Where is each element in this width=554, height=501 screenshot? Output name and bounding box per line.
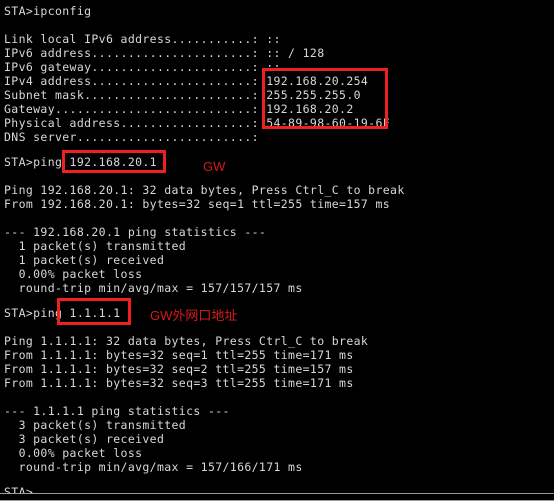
terminal-line: Ping 192.168.20.1: 32 data bytes, Press … (4, 183, 405, 197)
terminal-line: Physical address..................: 54-8… (4, 116, 391, 130)
terminal-line: round-trip min/avg/max = 157/166/171 ms (4, 460, 303, 474)
terminal-line: From 1.1.1.1: bytes=32 seq=2 ttl=255 tim… (4, 362, 354, 376)
terminal-line: From 1.1.1.1: bytes=32 seq=1 ttl=255 tim… (4, 348, 354, 362)
gateway-annotation: GW (203, 159, 226, 174)
window-bottom-edge (0, 493, 554, 501)
terminal-output-area[interactable]: STA>ipconfig Link local IPv6 address.....… (0, 0, 554, 493)
terminal-line: 0.00% packet loss (4, 446, 143, 460)
terminal-line: STA>ping 192.168.20.1 (4, 155, 157, 169)
terminal-line: IPv6 address......................: :: /… (4, 46, 325, 60)
terminal-line: IPv6 gateway......................: :: (4, 60, 281, 74)
terminal-line: Gateway...........................: 192.… (4, 102, 354, 116)
terminal-line: Ping 1.1.1.1: 32 data bytes, Press Ctrl_… (4, 334, 369, 348)
terminal-line: From 1.1.1.1: bytes=32 seq=3 ttl=255 tim… (4, 376, 354, 390)
terminal-line: From 192.168.20.1: bytes=32 seq=1 ttl=25… (4, 197, 391, 211)
terminal-line: Subnet mask.......................: 255.… (4, 88, 361, 102)
terminal-line: 1 packet(s) transmitted (4, 239, 187, 253)
terminal-line: IPv4 address......................: 192.… (4, 74, 369, 88)
terminal-line: STA>ping 1.1.1.1 (4, 306, 121, 320)
external-ip-annotation: GW外网口地址 (150, 308, 238, 323)
terminal-line: STA>ipconfig (4, 4, 92, 18)
terminal-line: --- 1.1.1.1 ping statistics --- (4, 404, 230, 418)
terminal-line: STA> (4, 485, 34, 493)
terminal-line: 0.00% packet loss (4, 267, 143, 281)
terminal-line: --- 192.168.20.1 ping statistics --- (4, 225, 267, 239)
terminal-line: round-trip min/avg/max = 157/157/157 ms (4, 281, 303, 295)
terminal-line: DNS server........................: (4, 130, 259, 144)
terminal-line: 3 packet(s) transmitted (4, 418, 187, 432)
terminal-line: 3 packet(s) received (4, 432, 165, 446)
terminal-line: Link local IPv6 address...........: :: (4, 32, 281, 46)
terminal-line: 1 packet(s) received (4, 253, 165, 267)
